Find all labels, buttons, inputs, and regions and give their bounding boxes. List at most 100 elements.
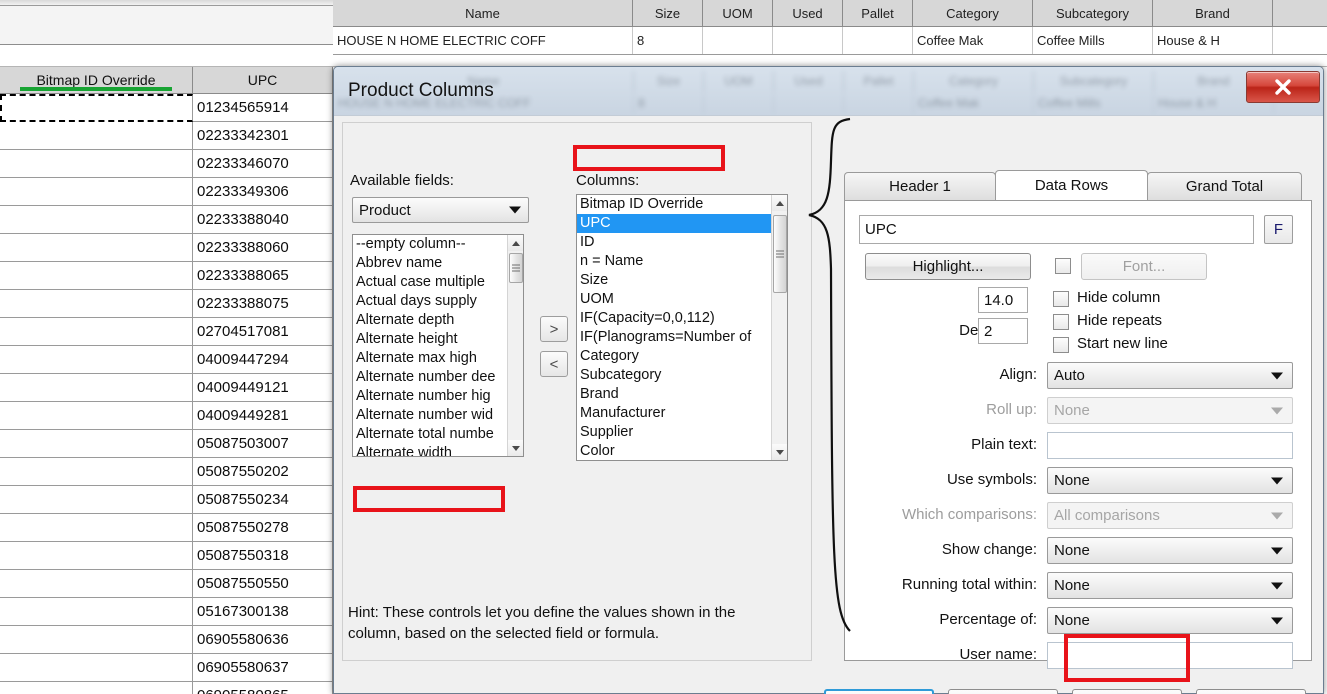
running-total-combo[interactable]: None (1047, 572, 1293, 599)
cell-bitmap-id-override[interactable] (0, 570, 193, 598)
cell-upc[interactable]: 06905580636 (193, 626, 333, 654)
cell-upc[interactable]: 05087550550 (193, 570, 333, 598)
user-name-input[interactable] (1047, 642, 1293, 669)
cell-bitmap-id-override[interactable] (0, 486, 193, 514)
cell-bitmap-id-override[interactable] (0, 654, 193, 682)
cell-bitmap-id-override[interactable] (0, 374, 193, 402)
list-item[interactable]: IF(Planograms=Number of (577, 328, 771, 347)
list-item[interactable]: IF(Capacity=0,0,112) (577, 309, 771, 328)
ok-button[interactable]: OK (824, 689, 934, 694)
cell-upc[interactable]: 06905580637 (193, 654, 333, 682)
list-item[interactable]: Manufacturer (577, 404, 771, 423)
available-fields-listbox[interactable]: --empty column-- Abbrev name Actual case m… (352, 234, 524, 457)
formula-button[interactable]: F (1264, 215, 1293, 244)
decimals-input[interactable]: 2 (978, 318, 1028, 344)
add-column-button[interactable]: > (540, 316, 568, 342)
cell-bitmap-id-override[interactable] (0, 514, 193, 542)
use-symbols-combo[interactable]: None (1047, 467, 1293, 494)
cell-bitmap-id-override[interactable] (0, 402, 193, 430)
list-item[interactable]: ID (577, 233, 771, 252)
cell-bitmap-id-override[interactable] (0, 542, 193, 570)
cancel-button[interactable]: Cancel (948, 689, 1058, 694)
list-item[interactable]: Actual case multiple (353, 273, 507, 292)
cell-bitmap-id-override[interactable] (0, 206, 193, 234)
list-item[interactable]: Alternate number hig (353, 387, 507, 406)
cell-upc[interactable]: 04009449121 (193, 374, 333, 402)
cell-upc[interactable]: 02233388060 (193, 234, 333, 262)
cell-upc[interactable]: 02233346070 (193, 150, 333, 178)
list-item[interactable]: UOM (577, 290, 771, 309)
cell-upc[interactable]: 01234565914 (193, 94, 333, 122)
list-item[interactable]: Alternate width (353, 444, 507, 456)
cell-upc[interactable]: 02233342301 (193, 122, 333, 150)
cell-bitmap-id-override[interactable] (0, 94, 193, 122)
hide-repeats-checkbox[interactable] (1053, 314, 1069, 330)
columns-listbox[interactable]: Bitmap ID Override UPC ID n = Name Size UOM IF… (576, 194, 788, 461)
cell-bitmap-id-override[interactable] (0, 290, 193, 318)
cell-bitmap-id-override[interactable] (0, 598, 193, 626)
font-button[interactable]: Font... (1081, 253, 1207, 280)
cell-bitmap-id-override[interactable] (0, 234, 193, 262)
list-item[interactable]: Alternate number dee (353, 368, 507, 387)
plain-text-input[interactable] (1047, 432, 1293, 459)
cell-bitmap-id-override[interactable] (0, 178, 193, 206)
columns-scrollbar[interactable] (771, 195, 787, 460)
highlight-button[interactable]: Highlight... (865, 253, 1031, 280)
align-combo[interactable]: Auto (1047, 362, 1293, 389)
show-change-combo[interactable]: None (1047, 537, 1293, 564)
cell-bitmap-id-override[interactable] (0, 262, 193, 290)
close-icon[interactable] (1246, 71, 1320, 103)
cell-upc[interactable]: 06905580865 (193, 682, 333, 694)
help-button[interactable]: Help (1196, 689, 1306, 694)
cell-bitmap-id-override[interactable] (0, 682, 193, 694)
list-item[interactable]: Alternate total numbe (353, 425, 507, 444)
list-item[interactable]: Bitmap ID Override (577, 195, 771, 214)
percentage-of-combo[interactable]: None (1047, 607, 1293, 634)
start-new-line-checkbox[interactable] (1053, 337, 1069, 353)
scrollbar-thumb[interactable] (773, 215, 787, 293)
column-header-bitmap-id-override[interactable]: Bitmap ID Override (0, 67, 193, 93)
list-item[interactable]: n = Name (577, 252, 771, 271)
tab-data-rows[interactable]: Data Rows (995, 170, 1148, 200)
cell-upc[interactable]: 05087550234 (193, 486, 333, 514)
list-item[interactable]: UPC (577, 214, 771, 233)
cell-upc[interactable]: 02233388040 (193, 206, 333, 234)
cell-bitmap-id-override[interactable] (0, 122, 193, 150)
remove-column-button[interactable]: < (540, 351, 568, 377)
width-input[interactable]: 14.0 (978, 287, 1028, 313)
scroll-up-icon[interactable] (772, 195, 787, 211)
cell-upc[interactable]: 04009449281 (193, 402, 333, 430)
cell-upc[interactable]: 05167300138 (193, 598, 333, 626)
column-name-input[interactable]: UPC (859, 215, 1254, 244)
list-item[interactable]: Alternate height (353, 330, 507, 349)
list-item[interactable]: Supplier (577, 423, 771, 442)
cell-upc[interactable]: 04009447294 (193, 346, 333, 374)
cell-bitmap-id-override[interactable] (0, 150, 193, 178)
list-item[interactable]: Color (577, 442, 771, 460)
dialog-titlebar[interactable]: Name Size UOM Used Pallet Category Subcategory… (334, 67, 1323, 115)
column-header-upc[interactable]: UPC (193, 67, 333, 93)
cell-bitmap-id-override[interactable] (0, 346, 193, 374)
hide-column-checkbox[interactable] (1053, 291, 1069, 307)
list-item[interactable]: Alternate number wid (353, 406, 507, 425)
cell-upc[interactable]: 02233388065 (193, 262, 333, 290)
tab-grand-total[interactable]: Grand Total (1147, 172, 1302, 200)
list-item[interactable]: Subcategory (577, 366, 771, 385)
list-item[interactable]: Actual days supply (353, 292, 507, 311)
cell-upc[interactable]: 05087503007 (193, 430, 333, 458)
list-item[interactable]: Alternate depth (353, 311, 507, 330)
list-item[interactable]: --empty column-- (353, 235, 507, 254)
cell-bitmap-id-override[interactable] (0, 458, 193, 486)
list-item[interactable]: Alternate max high (353, 349, 507, 368)
list-item[interactable]: Abbrev name (353, 254, 507, 273)
cell-upc[interactable]: 05087550278 (193, 514, 333, 542)
field-source-combo[interactable]: Product (352, 197, 529, 223)
cell-upc[interactable]: 02233349306 (193, 178, 333, 206)
list-item[interactable]: Size (577, 271, 771, 290)
cell-bitmap-id-override[interactable] (0, 430, 193, 458)
scroll-up-icon[interactable] (508, 235, 523, 251)
available-fields-scrollbar[interactable] (507, 235, 523, 456)
tab-header-1[interactable]: Header 1 (844, 172, 996, 200)
scrollbar-thumb[interactable] (509, 253, 523, 283)
list-item[interactable]: Brand (577, 385, 771, 404)
